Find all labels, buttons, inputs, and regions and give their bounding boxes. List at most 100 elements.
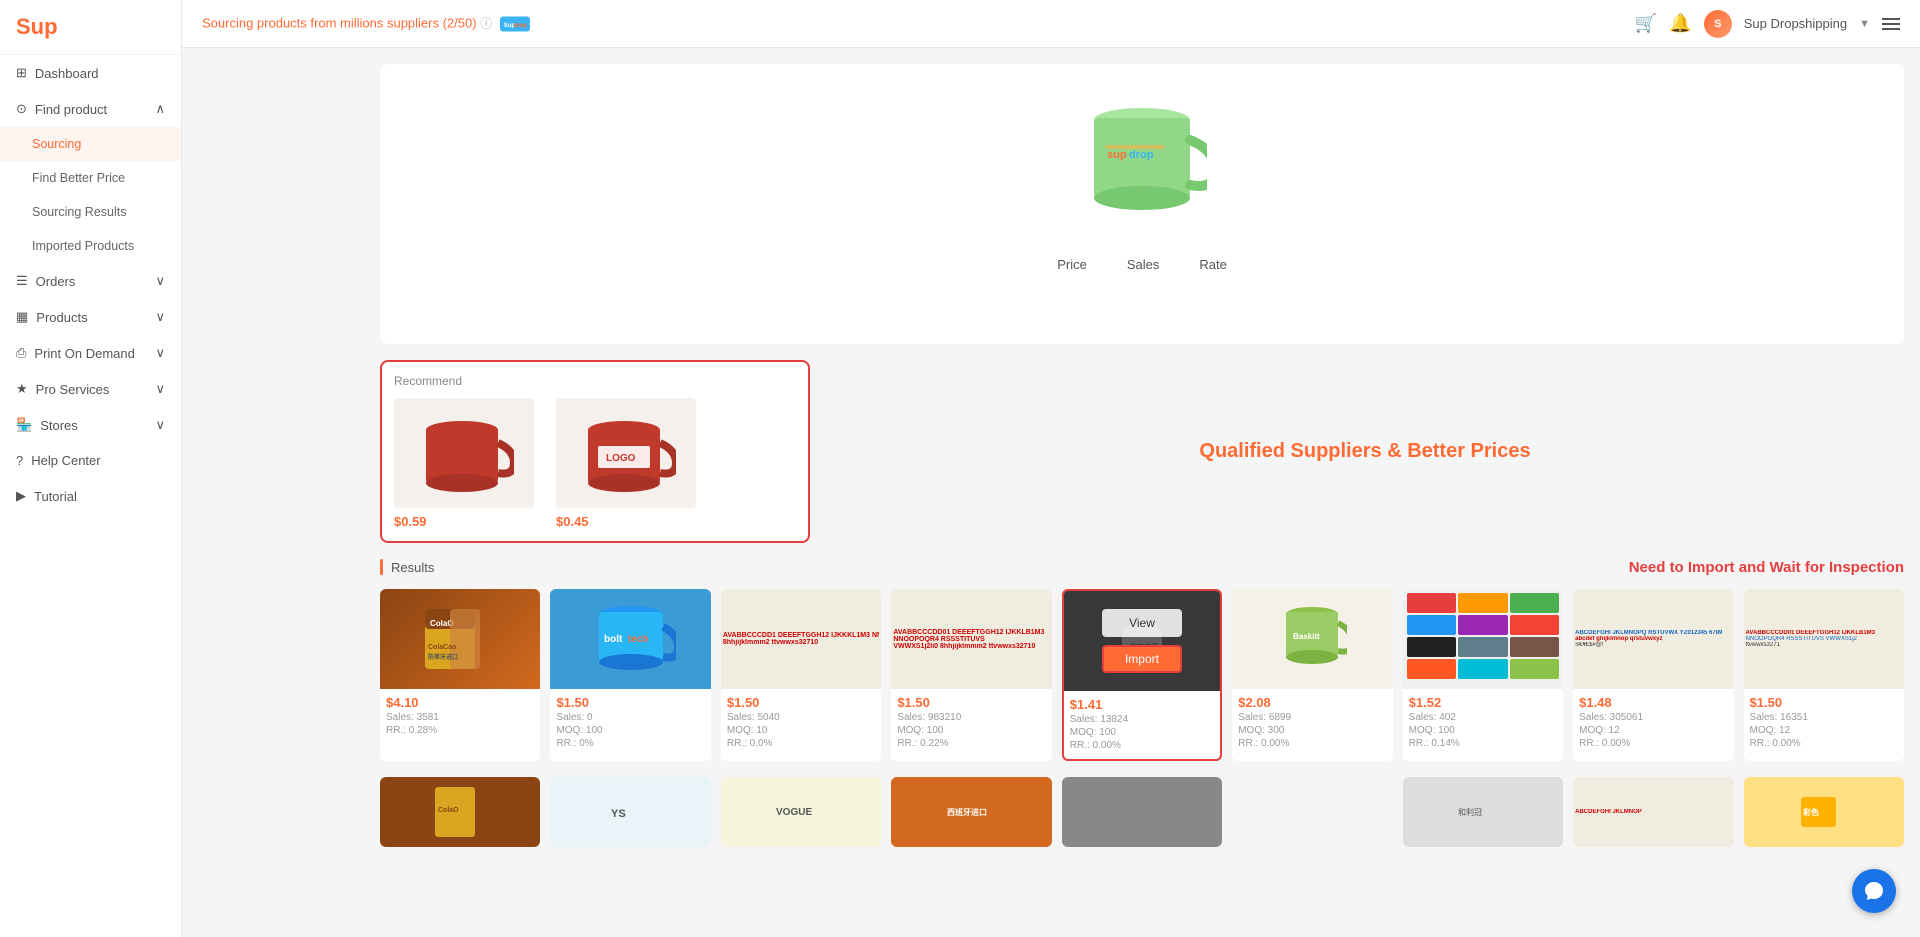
chevron-down-icon: ∨ [155, 309, 165, 325]
view-button[interactable]: View [1102, 609, 1182, 637]
product-price: $1.50 [727, 695, 875, 710]
product-card-r2-1[interactable]: ColaO [380, 777, 540, 847]
sidebar: Sup ⊞ Dashboard ⊙ Find product ∧ Sourcin… [0, 0, 182, 937]
product-card-highlighted[interactable]: 文字内容 View Import $1.41 Sales: 13824 MOQ:… [1062, 589, 1222, 761]
sidebar-item-sourcing-results[interactable]: Sourcing Results [0, 195, 181, 229]
product-price: $1.41 [1070, 697, 1214, 712]
svg-text:YS: YS [611, 808, 626, 820]
product-card-r2-9[interactable]: 彩色 [1744, 777, 1904, 847]
recommend-items: $0.59 LOGO $0.45 [394, 398, 796, 529]
product-rr: RR.: 0.14% [1409, 738, 1557, 749]
product-card-stickers3[interactable]: ABCDEFGHI JKLMNOPQ RSTUVWX YZ012345 6789… [1573, 589, 1733, 761]
product-card-r2-7[interactable]: 和利冠 [1403, 777, 1563, 847]
bell-icon[interactable]: 🔔 [1669, 13, 1691, 34]
header-sourcing-info: Sourcing products from millions supplier… [202, 13, 530, 35]
product-price: $1.50 [897, 695, 1045, 710]
product-info-stickers4: $1.50 Sales: 16351 MOQ: 12 RR.: 0.00% [1744, 689, 1904, 757]
recommend-label: Recommend [394, 374, 796, 388]
tutorial-icon: ▶ [16, 488, 26, 504]
product-meta: Sales: 0 [556, 712, 704, 723]
sidebar-item-pro-services[interactable]: ★ Pro Services ∨ [0, 371, 181, 407]
product-card-stickers4[interactable]: AVABBCCCDD01 DEEEFTGGH12 IJKKLB1M3 NNOOP… [1744, 589, 1904, 761]
product-image-r2-2: YS [550, 777, 710, 847]
product-overlay: View Import [1064, 591, 1220, 691]
username-label[interactable]: Sup Dropshipping [1744, 16, 1847, 31]
product-info-stickers2: $1.50 Sales: 983210 MOQ: 100 RR.: 0.22% [891, 689, 1051, 757]
product-info-greenmug: $2.08 Sales: 6899 MOQ: 300 RR.: 0.00% [1232, 689, 1392, 757]
product-meta: Sales: 6899 [1238, 712, 1386, 723]
svg-text:LOGO: LOGO [606, 453, 636, 464]
sidebar-item-imported-products[interactable]: Imported Products [0, 229, 181, 263]
product-image-highlighted: 文字内容 View Import [1064, 591, 1220, 691]
product-info-stickers3: $1.48 Sales: 305061 MOQ: 12 RR.: 0.00% [1573, 689, 1733, 757]
product-image-stickers4: AVABBCCCDD01 DEEEFTGGH12 IJKKLB1M3 NNOOP… [1744, 589, 1904, 689]
svg-text:彩色: 彩色 [1802, 807, 1819, 817]
hamburger-menu-icon[interactable] [1882, 18, 1900, 30]
svg-text:sup: sup [1107, 149, 1127, 161]
sidebar-item-orders[interactable]: ☰ Orders ∨ [0, 263, 181, 299]
product-image-r2-7: 和利冠 [1403, 777, 1563, 847]
products-icon: ▦ [16, 309, 28, 325]
sidebar-item-print-on-demand[interactable]: ⎙ Print On Demand ∨ [0, 335, 181, 371]
sidebar-item-products[interactable]: ▦ Products ∨ [0, 299, 181, 335]
import-button[interactable]: Import [1102, 645, 1182, 673]
sidebar-item-find-better-price[interactable]: Find Better Price [0, 161, 181, 195]
product-card-stickers1[interactable]: AVABBCCCDD1 DEEEFTGGH12 IJKKKL1M3 NNOOPO… [721, 589, 881, 761]
sidebar-item-find-product[interactable]: ⊙ Find product ∧ [0, 91, 181, 127]
product-card-r2-5[interactable] [1062, 777, 1222, 847]
recommend-item-2[interactable]: LOGO $0.45 [556, 398, 706, 529]
chevron-down-icon: ∨ [155, 273, 165, 289]
app-logo[interactable]: Sup [0, 0, 181, 55]
main-content: sup drop Price Sales Rate Recommend [364, 48, 1920, 937]
chevron-down-icon: ∨ [155, 381, 165, 397]
results-label: Results [391, 560, 434, 575]
product-card-r2-6[interactable] [1232, 777, 1392, 847]
product-card-r2-8[interactable]: ABCDEFGHI JKLMNOP [1573, 777, 1733, 847]
info-icon: ⓘ [480, 16, 492, 30]
product-card-bolttech[interactable]: bolt tech $1.50 Sales: 0 MOQ: 100 RR.: 0… [550, 589, 710, 761]
recommend-item-1[interactable]: $0.59 [394, 398, 544, 529]
product-info-mugsgrid: $1.52 Sales: 402 MOQ: 100 RR.: 0.14% [1403, 689, 1563, 757]
product-rr: RR.: 0.22% [897, 738, 1045, 749]
sort-tab-rate[interactable]: Rate [1199, 257, 1226, 276]
sort-tab-price[interactable]: Price [1057, 257, 1087, 276]
sidebar-item-stores[interactable]: 🏪 Stores ∨ [0, 407, 181, 443]
sort-tabs: Price Sales Rate [1057, 257, 1227, 276]
product-price: $1.48 [1579, 695, 1727, 710]
product-rr: RR.: 0.00% [1579, 738, 1727, 749]
chevron-down-icon: ∨ [155, 345, 165, 361]
avatar[interactable]: S [1704, 10, 1732, 38]
import-banner-area: Need to Import and Wait for Inspection [450, 559, 1904, 577]
sidebar-item-help-center[interactable]: ? Help Center [0, 443, 181, 478]
product-card-r2-2[interactable]: YS [550, 777, 710, 847]
sidebar-item-tutorial[interactable]: ▶ Tutorial [0, 478, 181, 514]
product-card-r2-4[interactable]: 西班牙进口 [891, 777, 1051, 847]
cart-icon[interactable]: 🛒 [1635, 13, 1657, 34]
product-card-mugsgrid[interactable]: $1.52 Sales: 402 MOQ: 100 RR.: 0.14% [1403, 589, 1563, 761]
product-image-stickers3: ABCDEFGHI JKLMNOPQ RSTUVWX YZ012345 6789… [1573, 589, 1733, 689]
sidebar-item-sourcing[interactable]: Sourcing [0, 127, 181, 161]
product-moq: MOQ: 10 [727, 725, 875, 736]
chat-button[interactable] [1852, 869, 1896, 913]
product-image-r2-8: ABCDEFGHI JKLMNOP [1573, 777, 1733, 847]
product-price: $1.50 [1750, 695, 1898, 710]
supdrop-badge: Sup drop [500, 15, 530, 30]
product-meta: Sales: 16351 [1750, 712, 1898, 723]
product-card-stickers2[interactable]: AVABBCCCDD01 DEEEFTGGH12 IJKKLB1M3 NNOOP… [891, 589, 1051, 761]
product-image-r2-9: 彩色 [1744, 777, 1904, 847]
svg-text:Baskitt: Baskitt [1293, 632, 1320, 641]
svg-text:ColaCao: ColaCao [428, 644, 456, 651]
chevron-down-icon[interactable]: ▼ [1859, 18, 1870, 30]
sort-tab-sales[interactable]: Sales [1127, 257, 1160, 276]
product-card-greenmug[interactable]: Baskitt $2.08 Sales: 6899 MOQ: 300 RR.: … [1232, 589, 1392, 761]
sidebar-item-dashboard[interactable]: ⊞ Dashboard [0, 55, 181, 91]
dashboard-icon: ⊞ [16, 65, 27, 81]
svg-text:drop: drop [513, 23, 527, 29]
svg-text:西班牙进口: 西班牙进口 [947, 807, 987, 817]
product-info-colacao: $4.10 Sales: 3581 RR.: 0.28% [380, 689, 540, 744]
product-card-r2-3[interactable]: VOGUE [721, 777, 881, 847]
product-moq: MOQ: 100 [1409, 725, 1557, 736]
product-card-colacao[interactable]: ColaO ColaCao 防草牙进口 $4.10 Sales: 3581 RR… [380, 589, 540, 761]
product-rr: RR.: 0.00% [1070, 740, 1214, 751]
svg-text:防草牙进口: 防草牙进口 [428, 653, 458, 661]
